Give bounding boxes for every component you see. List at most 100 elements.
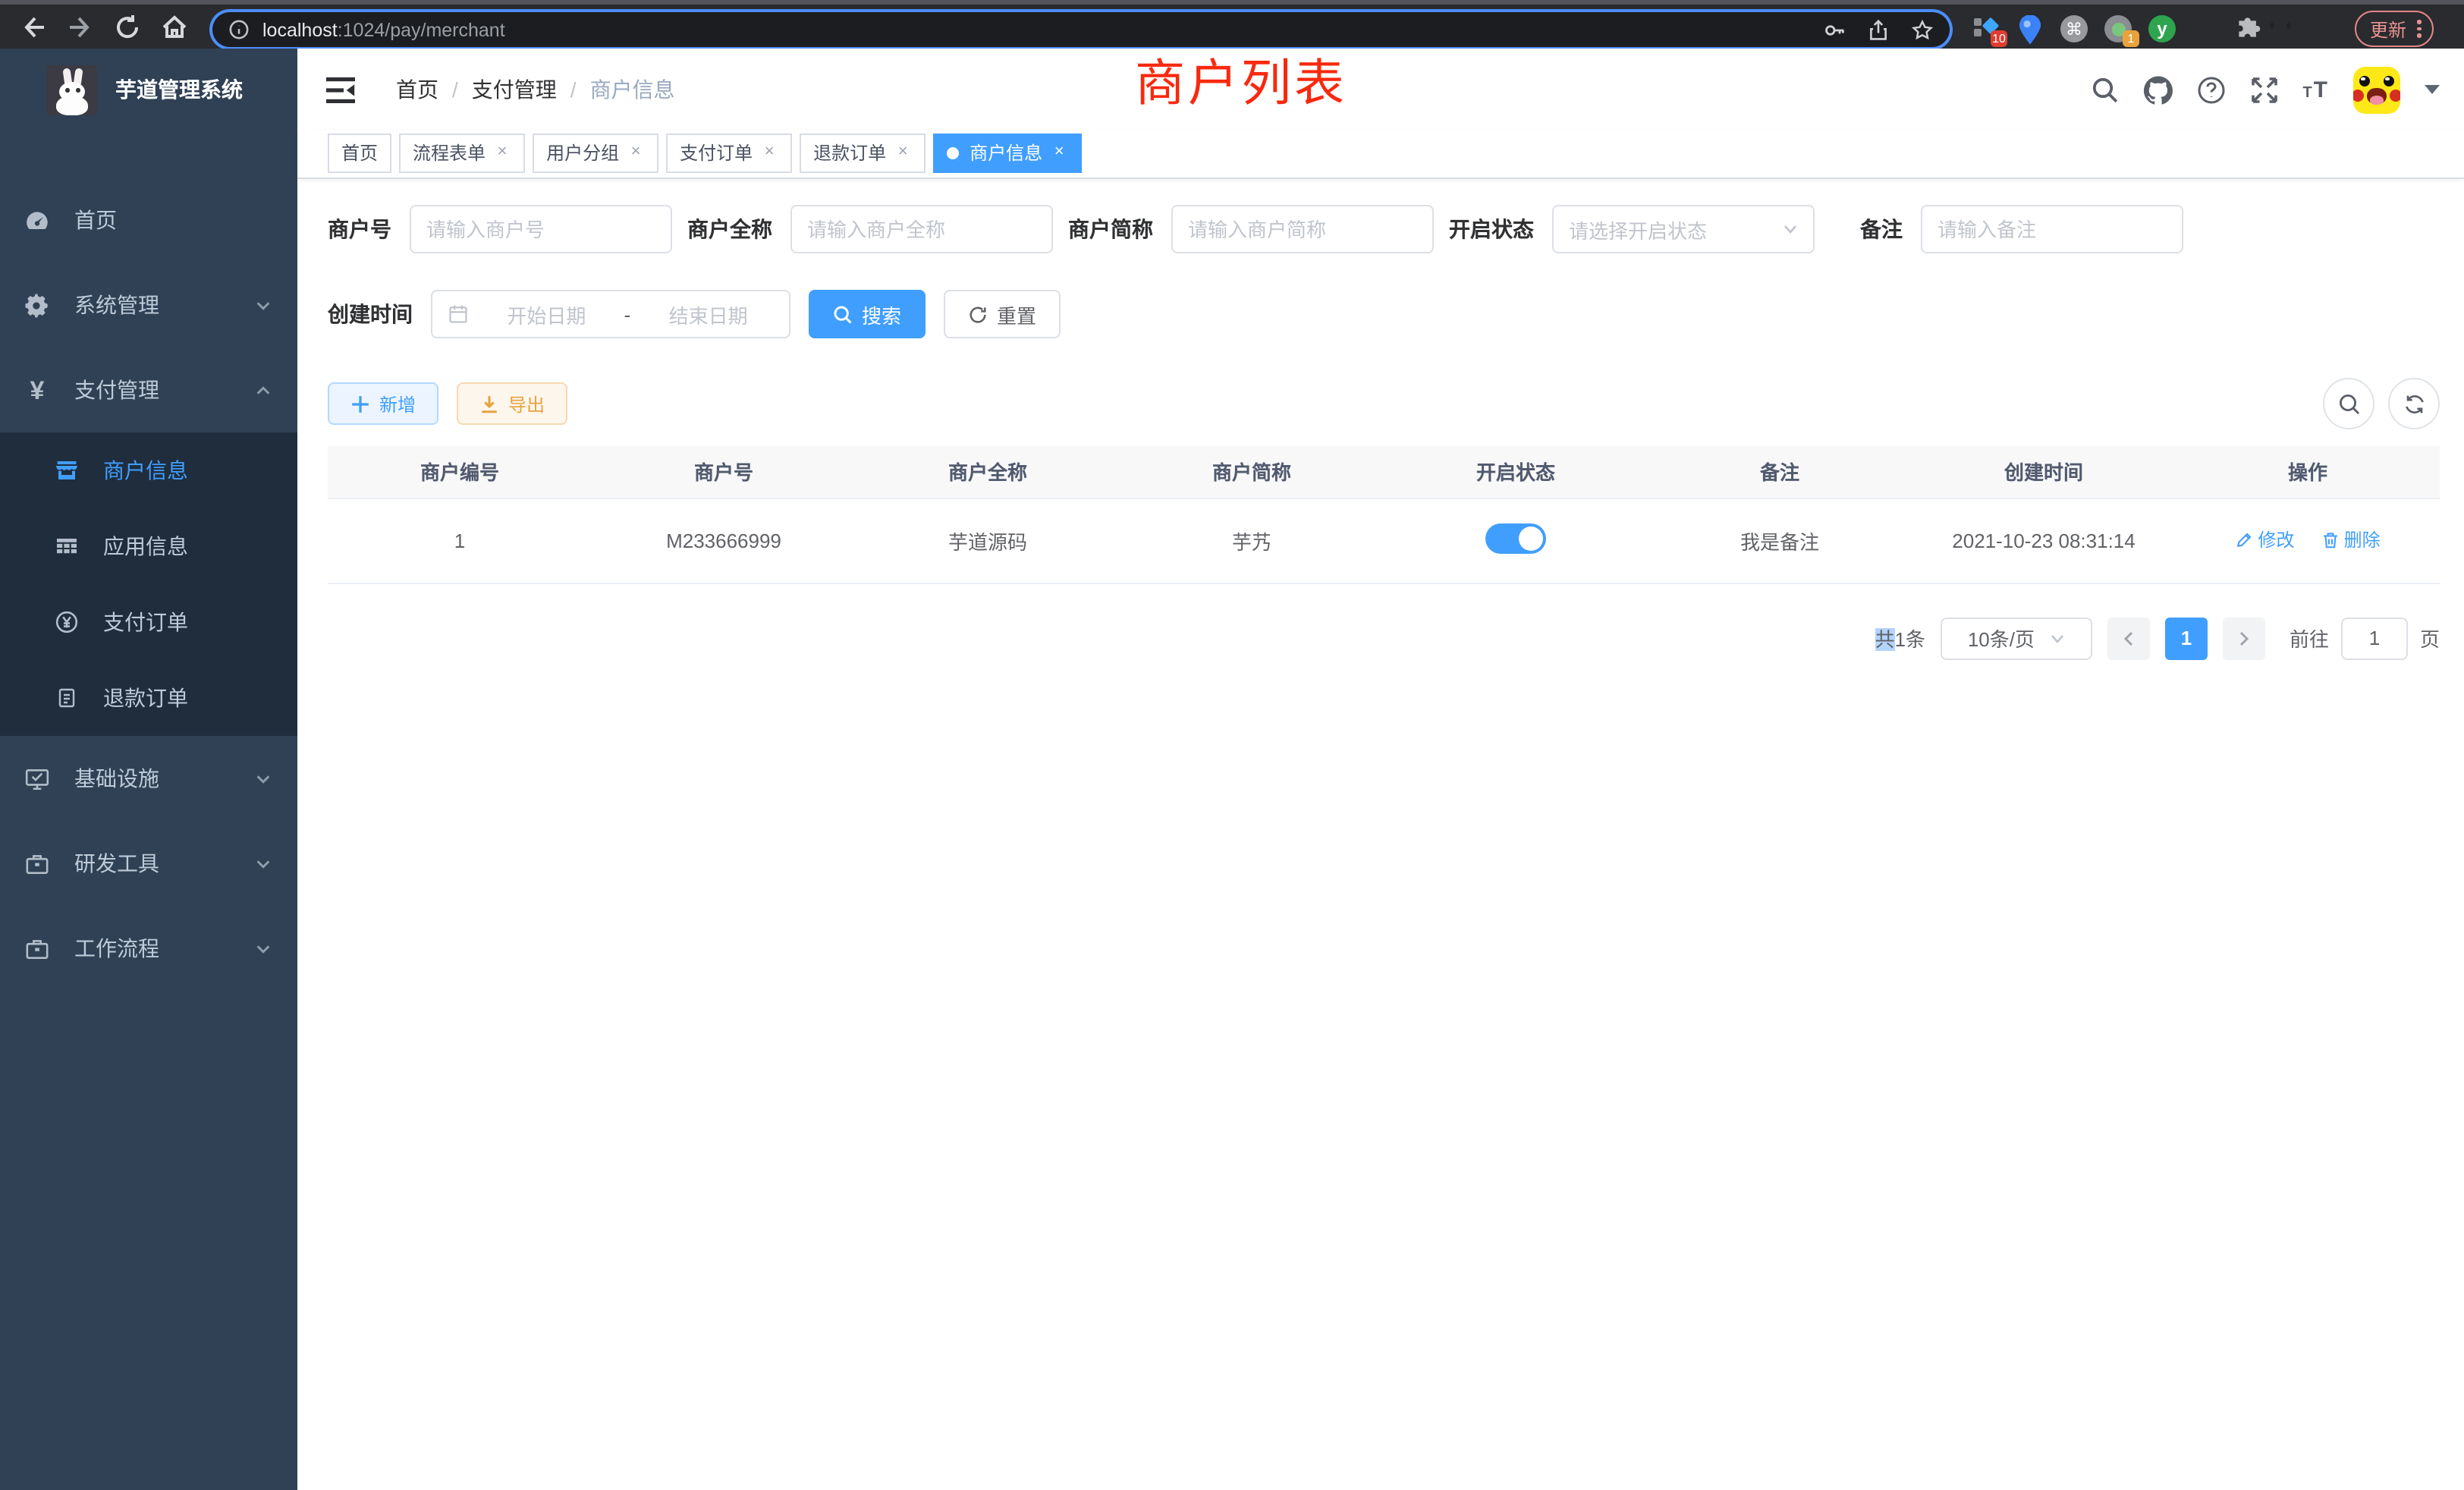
edit-link[interactable]: 修改 — [2235, 527, 2294, 553]
browser-back-icon[interactable] — [20, 13, 47, 40]
tab-process-form[interactable]: 流程表单× — [399, 133, 525, 172]
short-name-input[interactable] — [1171, 205, 1434, 253]
tab-refund-order[interactable]: 退款订单× — [800, 133, 926, 172]
chevron-down-icon — [1783, 222, 1798, 237]
next-page-button[interactable] — [2223, 617, 2265, 659]
reset-button[interactable]: 重置 — [944, 290, 1061, 338]
site-info-icon[interactable] — [229, 20, 249, 39]
pagination-total: 共1条 — [1875, 624, 1925, 652]
browser-update-button[interactable]: 更新 — [2355, 11, 2433, 47]
sidebar-item-merchant-info[interactable]: 商户信息 — [0, 432, 297, 508]
toolbar-row: 新增 导出 — [328, 378, 2440, 429]
full-name-label: 商户全称 — [687, 214, 772, 244]
extension-pin-icon[interactable] — [2016, 15, 2044, 42]
page-size-select[interactable]: 10条/页 — [1941, 617, 2092, 659]
remark-input[interactable] — [1921, 205, 2183, 253]
status-label: 开启状态 — [1449, 214, 1534, 244]
sidebar-item-pay-order[interactable]: 支付订单 — [0, 584, 297, 660]
cell-merchant-id: 1 — [328, 498, 592, 583]
extension-emoji-icon[interactable] — [2280, 15, 2308, 42]
sidebar-item-app-info[interactable]: 应用信息 — [0, 508, 297, 584]
page-suffix: 页 — [2420, 624, 2440, 652]
close-icon[interactable]: × — [894, 143, 912, 162]
share-icon[interactable] — [1868, 19, 1889, 40]
main-area: 首页 / 支付管理 / 商户信息 TT 首页 流程表单× 用户分组× — [297, 49, 2464, 1490]
browser-home-icon[interactable] — [161, 13, 188, 40]
export-button[interactable]: 导出 — [457, 382, 567, 425]
app-logo-row[interactable]: 芋道管理系统 — [0, 49, 297, 130]
chevron-down-icon — [255, 297, 272, 313]
goto-page-input[interactable] — [2341, 617, 2408, 659]
extension-command-icon[interactable]: ⌘ — [2060, 15, 2088, 42]
top-navbar: 首页 / 支付管理 / 商户信息 TT — [297, 49, 2464, 130]
briefcase-icon — [24, 935, 50, 961]
store-icon — [55, 458, 79, 483]
dashboard-icon — [24, 207, 50, 233]
cell-actions: 修改 删除 — [2176, 498, 2440, 583]
goto-label: 前往 — [2290, 624, 2329, 652]
document-icon — [55, 686, 79, 710]
tab-user-group[interactable]: 用户分组× — [533, 133, 658, 172]
header-search-icon[interactable] — [2090, 75, 2119, 104]
cell-merchant-no: M233666999 — [592, 498, 856, 583]
merchant-table: 商户编号 商户号 商户全称 商户简称 开启状态 备注 创建时间 操作 1 M23… — [328, 446, 2440, 583]
extension-notes-icon[interactable] — [2192, 15, 2220, 42]
extensions-puzzle-icon[interactable] — [2236, 15, 2264, 42]
avatar-dropdown-icon[interactable] — [2425, 85, 2440, 94]
page-number-1[interactable]: 1 — [2165, 617, 2208, 659]
close-icon[interactable]: × — [493, 143, 511, 162]
close-icon[interactable]: × — [1050, 143, 1068, 162]
font-size-icon[interactable]: TT — [2302, 77, 2329, 102]
remark-label: 备注 — [1860, 214, 1903, 244]
sidebar-item-payment[interactable]: ¥ 支付管理 — [0, 347, 297, 432]
toggle-search-button[interactable] — [2323, 378, 2374, 429]
add-button[interactable]: 新增 — [328, 382, 438, 425]
refresh-icon — [968, 304, 988, 324]
status-toggle-on[interactable] — [1485, 523, 1546, 553]
sidebar-item-system[interactable]: 系统管理 — [0, 262, 297, 347]
extension-badge: 10 — [1991, 30, 2007, 47]
browser-reload-icon[interactable] — [114, 13, 141, 40]
breadcrumb-payment: 支付管理 — [472, 74, 557, 105]
help-icon[interactable] — [2196, 75, 2225, 104]
close-icon[interactable]: × — [760, 143, 778, 162]
download-icon — [479, 394, 499, 413]
sidebar-collapse-icon[interactable] — [326, 77, 355, 102]
status-select[interactable]: 请选择开启状态 — [1552, 205, 1815, 253]
refresh-table-button[interactable] — [2388, 378, 2440, 429]
table-header-row: 商户编号 商户号 商户全称 商户简称 开启状态 备注 创建时间 操作 — [328, 446, 2440, 498]
bookmark-star-icon[interactable] — [1912, 19, 1933, 40]
extension-vue-icon[interactable]: y — [2148, 15, 2176, 42]
tab-merchant-info-active[interactable]: 商户信息× — [933, 133, 1082, 172]
password-key-icon[interactable] — [1824, 19, 1845, 40]
sidebar-item-workflow[interactable]: 工作流程 — [0, 906, 297, 991]
sidebar-item-home[interactable]: 首页 — [0, 178, 297, 262]
filter-row-1: 商户号 商户全称 商户简称 开启状态 请选择开启状态 备注 — [328, 205, 2440, 253]
sidebar-item-dev-tools[interactable]: 研发工具 — [0, 821, 297, 906]
close-icon[interactable]: × — [627, 143, 645, 162]
sidebar-item-infrastructure[interactable]: 基础设施 — [0, 736, 297, 821]
github-icon[interactable] — [2143, 75, 2172, 104]
delete-link[interactable]: 删除 — [2321, 527, 2381, 553]
col-create-time: 创建时间 — [1912, 446, 2176, 498]
tab-home[interactable]: 首页 — [328, 133, 391, 172]
prev-page-button[interactable] — [2107, 617, 2150, 659]
full-name-input[interactable] — [790, 205, 1053, 253]
extension-recorder-icon[interactable]: 1 — [2104, 15, 2132, 42]
user-avatar[interactable] — [2353, 66, 2400, 113]
search-button[interactable]: 搜索 — [809, 290, 926, 338]
tab-pay-order[interactable]: 支付订单× — [666, 133, 792, 172]
browser-menu-icon[interactable] — [2417, 20, 2421, 38]
browser-forward-icon[interactable] — [67, 13, 94, 40]
create-time-range-picker[interactable]: 开始日期 - 结束日期 — [431, 290, 790, 338]
fullscreen-icon[interactable] — [2249, 75, 2278, 104]
end-date-placeholder: 结束日期 — [643, 300, 774, 328]
merchant-no-input[interactable] — [410, 205, 672, 253]
app-logo — [47, 64, 97, 115]
address-bar[interactable]: localhost:1024/pay/merchant — [212, 12, 1950, 47]
extension-apps-icon[interactable]: 10 — [1972, 15, 2000, 42]
refresh-icon — [2403, 392, 2425, 415]
sidebar-item-refund-order[interactable]: 退款订单 — [0, 660, 297, 736]
breadcrumb-home[interactable]: 首页 — [396, 74, 438, 105]
navbar-actions: TT — [2090, 66, 2440, 113]
